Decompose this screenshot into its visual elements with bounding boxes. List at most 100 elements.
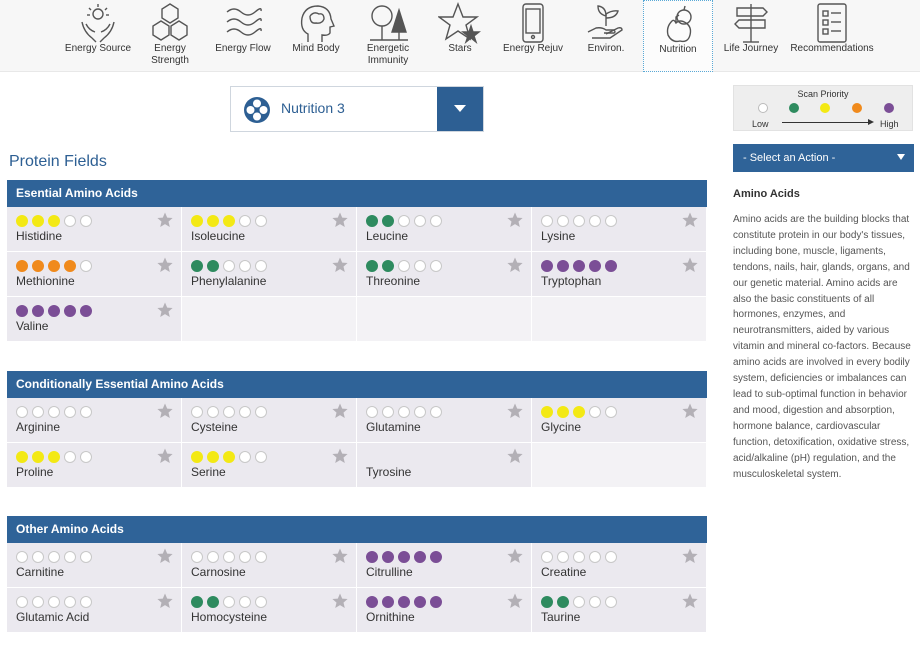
- priority-dot: [589, 551, 601, 563]
- nav-item-energy-flow[interactable]: Energy Flow: [210, 0, 276, 72]
- scan-priority-legend: Scan Priority Low High: [733, 85, 913, 131]
- priority-dot: [32, 260, 44, 272]
- priority-dots: [16, 260, 92, 272]
- priority-dot: [239, 596, 251, 608]
- amino-cell[interactable]: Glycine: [532, 398, 707, 443]
- select-action-dropdown[interactable]: - Select an Action -: [733, 144, 914, 172]
- nav-item-nutrition[interactable]: Nutrition: [643, 0, 713, 72]
- nav-label: Energy Flow: [215, 43, 271, 54]
- priority-dot: [64, 551, 76, 563]
- favorite-star-icon[interactable]: [507, 403, 523, 419]
- amino-name: Methionine: [16, 274, 75, 288]
- legend-dot-green: [789, 103, 799, 113]
- priority-dot: [80, 406, 92, 418]
- legend-title: Scan Priority: [797, 89, 849, 99]
- amino-cell[interactable]: Isoleucine: [182, 207, 357, 252]
- favorite-star-icon[interactable]: [507, 212, 523, 228]
- amino-cell[interactable]: Cysteine: [182, 398, 357, 443]
- amino-cell[interactable]: Threonine: [357, 252, 532, 297]
- favorite-star-icon[interactable]: [507, 593, 523, 609]
- favorite-star-icon[interactable]: [682, 403, 698, 419]
- trees-icon: [370, 5, 408, 41]
- favorite-star-icon[interactable]: [682, 593, 698, 609]
- amino-cell[interactable]: Creatine: [532, 543, 707, 588]
- amino-name: Proline: [16, 465, 54, 479]
- amino-cell[interactable]: Lysine: [532, 207, 707, 252]
- priority-dot: [255, 451, 267, 463]
- amino-cell[interactable]: Valine: [7, 297, 182, 342]
- nav-item-recommendations[interactable]: Recommendations: [786, 0, 878, 72]
- priority-dots: [16, 215, 92, 227]
- priority-dots: [541, 551, 617, 563]
- priority-dots: [191, 406, 267, 418]
- nav-label: Stars: [448, 43, 472, 54]
- amino-cell[interactable]: Tryptophan: [532, 252, 707, 297]
- amino-cell[interactable]: Carnosine: [182, 543, 357, 588]
- priority-dot: [573, 596, 585, 608]
- priority-dot: [366, 596, 378, 608]
- priority-dot: [255, 406, 267, 418]
- nav-item-energy-source[interactable]: Energy Source: [62, 0, 134, 72]
- empty-cell: [182, 297, 357, 342]
- nav-item-environ[interactable]: Environ.: [574, 0, 638, 72]
- nav-item-energetic-immunity[interactable]: Energetic Immunity: [356, 0, 420, 72]
- priority-dot: [32, 451, 44, 463]
- amino-cell[interactable]: Glutamic Acid: [7, 588, 182, 633]
- nav-label: Mind Body: [292, 43, 340, 54]
- amino-name: Tyrosine: [366, 465, 412, 479]
- amino-cell[interactable]: Homocysteine: [182, 588, 357, 633]
- section-essential-amino-acids: Esential Amino Acids Histidine Isoleucine…: [7, 180, 707, 342]
- amino-name: Leucine: [366, 229, 409, 243]
- nav-item-mind-body[interactable]: Mind Body: [284, 0, 348, 72]
- favorite-star-icon[interactable]: [332, 548, 348, 564]
- priority-dot: [398, 215, 410, 227]
- favorite-star-icon[interactable]: [682, 548, 698, 564]
- amino-cell[interactable]: Proline: [7, 443, 182, 488]
- favorite-star-icon[interactable]: [507, 257, 523, 273]
- amino-cell[interactable]: Tyrosine: [357, 443, 532, 488]
- favorite-star-icon[interactable]: [157, 212, 173, 228]
- amino-cell[interactable]: Histidine: [7, 207, 182, 252]
- nav-item-stars[interactable]: Stars: [428, 0, 492, 72]
- favorite-star-icon[interactable]: [332, 448, 348, 464]
- priority-dot: [382, 596, 394, 608]
- favorite-star-icon[interactable]: [332, 257, 348, 273]
- amino-name: Glutamine: [366, 420, 421, 434]
- favorite-star-icon[interactable]: [157, 257, 173, 273]
- amino-cell[interactable]: Phenylalanine: [182, 252, 357, 297]
- priority-dot: [255, 551, 267, 563]
- priority-dot: [557, 406, 569, 418]
- nav-item-life-journey[interactable]: Life Journey: [718, 0, 784, 72]
- favorite-star-icon[interactable]: [507, 448, 523, 464]
- priority-dot: [239, 406, 251, 418]
- amino-cell[interactable]: Leucine: [357, 207, 532, 252]
- favorite-star-icon[interactable]: [157, 448, 173, 464]
- nutrition-select-arrow[interactable]: [437, 87, 483, 131]
- favorite-star-icon[interactable]: [332, 593, 348, 609]
- nutrition-select[interactable]: Nutrition 3: [230, 86, 484, 132]
- favorite-star-icon[interactable]: [157, 403, 173, 419]
- amino-cell[interactable]: Serine: [182, 443, 357, 488]
- favorite-star-icon[interactable]: [332, 212, 348, 228]
- amino-cell[interactable]: Citrulline: [357, 543, 532, 588]
- amino-cell[interactable]: Glutamine: [357, 398, 532, 443]
- amino-cell[interactable]: Methionine: [7, 252, 182, 297]
- favorite-star-icon[interactable]: [157, 548, 173, 564]
- amino-cell[interactable]: Arginine: [7, 398, 182, 443]
- nav-item-energy-strength[interactable]: Energy Strength: [138, 0, 202, 72]
- amino-cell[interactable]: Ornithine: [357, 588, 532, 633]
- priority-dot: [573, 551, 585, 563]
- favorite-star-icon[interactable]: [157, 302, 173, 318]
- amino-name: Tryptophan: [541, 274, 602, 288]
- page-title: Protein Fields: [9, 153, 107, 170]
- favorite-star-icon[interactable]: [682, 212, 698, 228]
- favorite-star-icon[interactable]: [682, 257, 698, 273]
- amino-grid: Histidine Isoleucine Leucine Lysine Methioni…: [7, 207, 707, 342]
- nav-item-energy-rejuv[interactable]: Energy Rejuv: [500, 0, 566, 72]
- favorite-star-icon[interactable]: [332, 403, 348, 419]
- favorite-star-icon[interactable]: [157, 593, 173, 609]
- priority-dot: [223, 215, 235, 227]
- amino-cell[interactable]: Taurine: [532, 588, 707, 633]
- amino-cell[interactable]: Carnitine: [7, 543, 182, 588]
- favorite-star-icon[interactable]: [507, 548, 523, 564]
